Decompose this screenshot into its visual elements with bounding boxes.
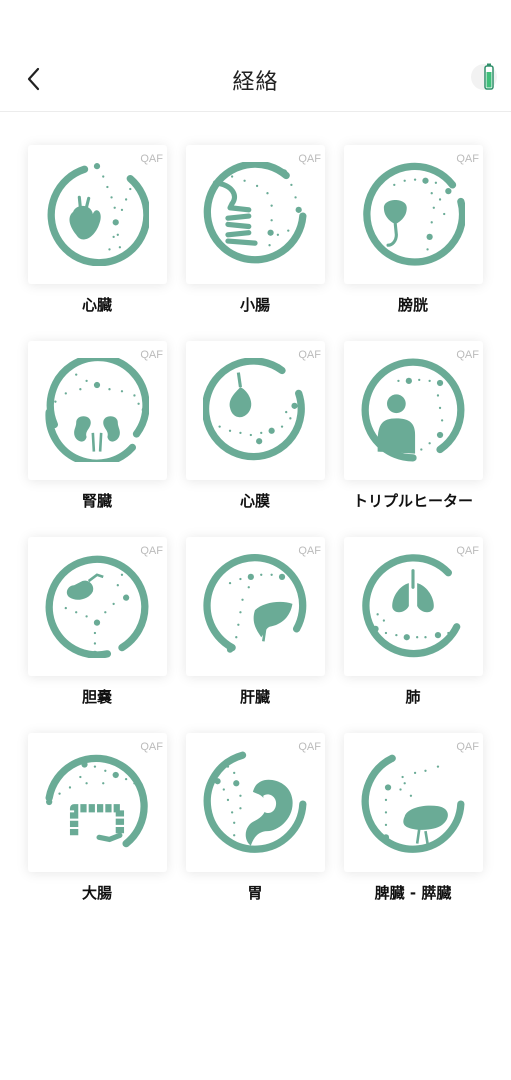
meridian-label: 心膜 xyxy=(239,492,270,510)
meridian-tile-bladder[interactable]: QAF xyxy=(344,145,483,284)
meridian-tile-small-intestine[interactable]: QAF xyxy=(186,145,325,284)
liver-icon xyxy=(203,554,307,653)
meridian-tile-triple-heater[interactable]: QAF xyxy=(344,341,483,480)
kidneys-icon xyxy=(45,358,149,462)
meridian-tile-stomach[interactable]: QAF xyxy=(186,733,325,872)
meridian-label: 胆嚢 xyxy=(81,688,112,706)
meridian-label: 脾臓 - 膵臓 xyxy=(374,884,452,902)
meridian-tile-spleen-pancreas[interactable]: QAF xyxy=(344,733,483,872)
pericardium-icon xyxy=(203,358,305,461)
large-intestine-icon xyxy=(45,754,148,848)
meridian-tile-kidneys[interactable]: QAF xyxy=(28,341,167,480)
meridian-tile-lung[interactable]: QAF xyxy=(344,537,483,676)
spleen-icon xyxy=(361,754,465,853)
heart-icon xyxy=(47,163,149,266)
meridian-label: 膀胱 xyxy=(397,296,428,314)
meridian-label: 肝臓 xyxy=(239,688,270,706)
meridian-label: 胃 xyxy=(247,884,263,902)
lungs-icon xyxy=(362,554,461,658)
meridian-label: 腎臓 xyxy=(81,492,112,510)
meridian-tile-gallbladder[interactable]: QAF xyxy=(28,537,167,676)
small-intestine-icon xyxy=(203,162,307,264)
meridian-tile-liver[interactable]: QAF xyxy=(186,537,325,676)
gallbladder-icon xyxy=(45,555,149,658)
meridian-label: 小腸 xyxy=(239,296,270,314)
meridian-grid: QAF 心臓 QAF 小腸 QAF 膀胱 QAF 腎臓 QAF 心膜 QAF ト… xyxy=(0,0,511,1080)
bladder-icon xyxy=(363,162,465,266)
meridian-label: 大腸 xyxy=(81,884,112,902)
meridian-tile-heart[interactable]: QAF xyxy=(28,145,167,284)
meridian-label: トリプルヒーター xyxy=(352,492,473,510)
meridian-label: 心臓 xyxy=(81,296,112,314)
meridian-tile-large-intestine[interactable]: QAF xyxy=(28,733,167,872)
person-icon xyxy=(361,358,465,462)
meridian-label: 肺 xyxy=(405,688,421,706)
stomach-icon xyxy=(203,751,307,853)
meridian-tile-pericardium[interactable]: QAF xyxy=(186,341,325,480)
